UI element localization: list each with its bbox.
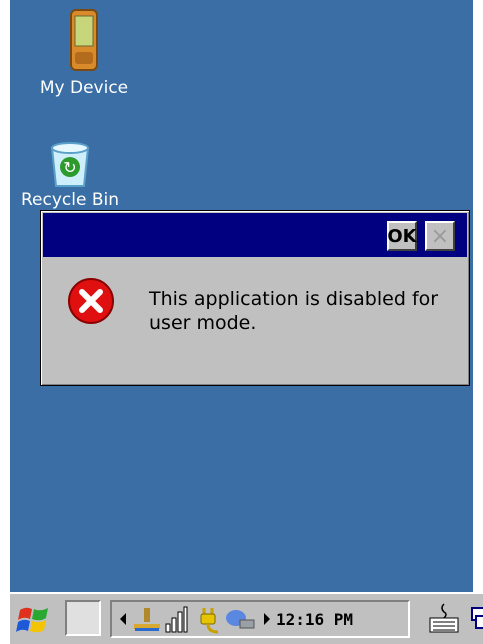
signal-bars-icon[interactable] bbox=[164, 606, 188, 634]
clock[interactable]: 12:16 PM bbox=[276, 610, 353, 629]
desktop: My Device ↻ Recycle Bin OK × This applic… bbox=[10, 0, 473, 592]
desktop-icon-label: My Device bbox=[39, 78, 129, 98]
dialog-titlebar: OK × bbox=[43, 213, 467, 257]
close-icon: × bbox=[430, 223, 450, 249]
pocket-device-icon bbox=[70, 9, 98, 71]
dialog-message: This application is disabled for user mo… bbox=[149, 288, 439, 334]
error-icon bbox=[68, 278, 114, 324]
dialog-body: This application is disabled for user mo… bbox=[41, 257, 469, 385]
ok-button[interactable]: OK bbox=[387, 221, 417, 251]
system-tray: 12:16 PM bbox=[110, 600, 410, 638]
arrow-left-icon[interactable] bbox=[118, 612, 128, 626]
recycle-bin-icon: ↻ bbox=[50, 142, 90, 187]
connectivity-icon[interactable] bbox=[224, 606, 258, 634]
arrow-right-icon[interactable] bbox=[262, 612, 272, 626]
desktop-icon-label: Recycle Bin bbox=[20, 190, 119, 210]
my-device-shortcut[interactable]: My Device bbox=[24, 6, 144, 98]
show-desktop-icon[interactable] bbox=[470, 604, 483, 634]
svg-text:↻: ↻ bbox=[63, 158, 76, 177]
taskbar: 12:16 PM bbox=[10, 592, 483, 644]
close-button[interactable]: × bbox=[425, 221, 455, 251]
windows-flag-icon[interactable] bbox=[14, 600, 54, 640]
recycle-bin-shortcut[interactable]: ↻ Recycle Bin bbox=[10, 140, 130, 210]
error-dialog: OK × This application is disabled for us… bbox=[40, 210, 470, 386]
keyboard-icon[interactable] bbox=[428, 600, 460, 636]
screen: My Device ↻ Recycle Bin OK × This applic… bbox=[0, 0, 483, 644]
network-icon[interactable] bbox=[132, 606, 162, 634]
power-plug-icon[interactable] bbox=[196, 604, 224, 636]
taskbar-empty-slot[interactable] bbox=[65, 600, 101, 636]
